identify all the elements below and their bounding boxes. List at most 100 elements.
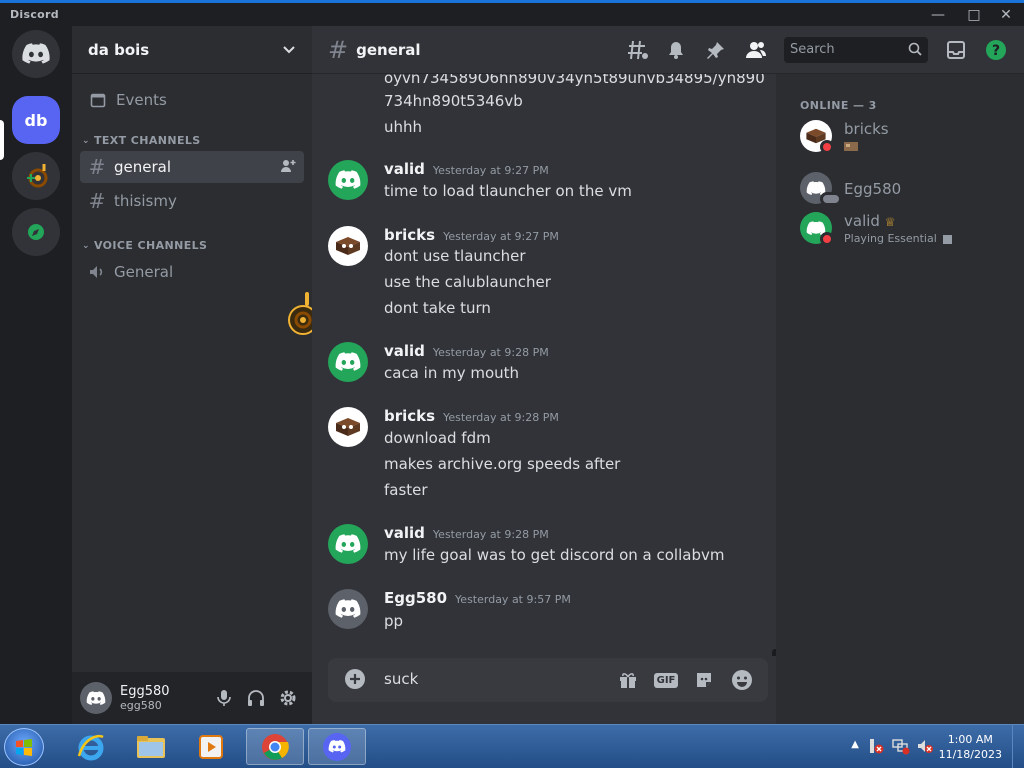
message-text: dont take turn [384,299,491,317]
avatar[interactable] [328,589,368,629]
search-placeholder: Search [790,42,835,57]
action-center-icon[interactable] [868,737,884,759]
plus-circle-icon [345,669,365,689]
message-text: uhhh [384,118,423,136]
explore-servers-button[interactable] [12,208,60,256]
sticker-icon [697,673,711,687]
help-icon: ? [986,40,1006,60]
message-text: use the calublauncher [384,273,551,291]
events-item[interactable]: Events [80,82,304,118]
compass-icon [28,224,44,240]
taskbar-media-player[interactable] [182,728,240,765]
avatar[interactable] [328,407,368,447]
media-player-icon [199,734,223,759]
hash-icon: # [328,35,349,64]
minimize-button[interactable]: — [924,5,952,25]
hash-icon: # [88,155,106,179]
start-button[interactable] [4,728,44,766]
upload-button[interactable] [344,668,366,694]
user-settings-button[interactable] [272,682,304,714]
mute-button[interactable] [208,682,240,714]
folder-icon [137,735,165,758]
avatar[interactable] [328,160,368,200]
deafen-button[interactable] [240,682,272,714]
channel-thisismy[interactable]: # thisismy [80,185,304,217]
message-composer[interactable]: suck GIF [328,658,768,702]
bell-icon [669,42,683,59]
notification-settings-button[interactable] [664,38,688,62]
volume-icon[interactable] [916,737,934,759]
avatar[interactable] [328,524,368,564]
category-label: VOICE CHANNELS [93,239,208,252]
taskbar-ie[interactable] [62,728,120,765]
message-text: faster [384,481,428,499]
main-area: # general Search ? oyvn734589O6hn890v34y… [312,26,1024,724]
message-text: makes archive.org speeds after [384,455,621,473]
member-status-emoji-icon [844,140,858,155]
avatar[interactable] [328,342,368,382]
add-server-button[interactable] [12,152,60,200]
message-author[interactable]: valid Yesterday at 9:27 PM [384,160,549,178]
server-rail: db [0,26,72,724]
taskbar-chrome[interactable] [246,728,304,765]
search-input[interactable]: Search [784,37,928,63]
invite-icon[interactable] [280,158,296,178]
emoji-button[interactable] [730,668,754,692]
voice-channel-general[interactable]: General [80,256,304,288]
message-author[interactable]: bricks Yesterday at 9:28 PM [384,407,559,425]
server-initials: db [24,110,48,130]
discord-logo-icon [335,352,361,371]
member-item[interactable]: Egg580 [800,168,1020,212]
timestamp: Yesterday at 9:28 PM [432,346,549,359]
channel-title: general [356,40,421,59]
clock-date: 11/18/2023 [938,748,1002,761]
dnd-status-icon [820,140,834,154]
channel-sidebar: da bois Events ⌄ TEXT CHANNELS # general… [72,26,318,724]
category-label: TEXT CHANNELS [93,134,201,147]
home-button[interactable] [12,30,60,78]
discord-logo-icon [22,43,50,64]
timestamp: Yesterday at 9:28 PM [443,411,559,424]
text-channels-category[interactable]: ⌄ TEXT CHANNELS [80,134,304,147]
member-item[interactable]: bricks [800,116,1020,160]
member-item[interactable]: valid ♕ Playing Essential [800,208,1020,252]
calendar-icon [90,93,106,108]
threads-icon [628,40,648,60]
crown-icon: ♕ [884,215,896,229]
network-icon[interactable] [892,737,910,759]
message-input[interactable]: suck [384,670,418,688]
message-author[interactable]: bricks Yesterday at 9:27 PM [384,226,559,244]
show-hidden-icons-button[interactable]: ▲ [851,739,859,750]
close-button[interactable]: ✕ [992,5,1020,25]
maximize-button[interactable]: □ [960,5,988,25]
taskbar-discord[interactable] [308,728,366,765]
channel-general[interactable]: # general [80,151,304,183]
taskbar-explorer[interactable] [122,728,180,765]
message-author[interactable]: Egg580 Yesterday at 9:57 PM [384,589,571,607]
internet-explorer-icon [77,734,104,760]
message-author[interactable]: valid Yesterday at 9:28 PM [384,342,549,360]
threads-button[interactable] [626,38,650,62]
author-name: valid [384,524,425,542]
gift-button[interactable] [616,668,640,692]
sticker-button[interactable] [692,668,716,692]
discord-logo-icon [335,170,361,189]
gif-button[interactable]: GIF [653,668,679,692]
chrome-icon [262,733,289,760]
server-header[interactable]: da bois [72,26,312,74]
member-group-header: ONLINE — 3 [800,99,877,112]
message-author[interactable]: valid Yesterday at 9:28 PM [384,524,549,542]
avatar[interactable] [328,226,368,266]
clock[interactable]: 1:00 AM 11/18/2023 [939,732,1002,762]
show-desktop-button[interactable] [1012,725,1024,768]
avatar[interactable] [80,682,112,714]
voice-channels-category[interactable]: ⌄ VOICE CHANNELS [80,239,304,252]
help-button[interactable]: ? [984,38,1008,62]
member-list-button[interactable] [744,38,768,62]
server-da-bois[interactable]: db [12,96,60,144]
message-text: oyvn734589O6hn890v34yn5t89uhvb34895/yn89… [384,74,765,87]
inbox-button[interactable] [944,38,968,62]
author-name: valid [384,160,425,178]
brick-avatar-icon [336,418,360,436]
pinned-messages-button[interactable] [704,38,728,62]
